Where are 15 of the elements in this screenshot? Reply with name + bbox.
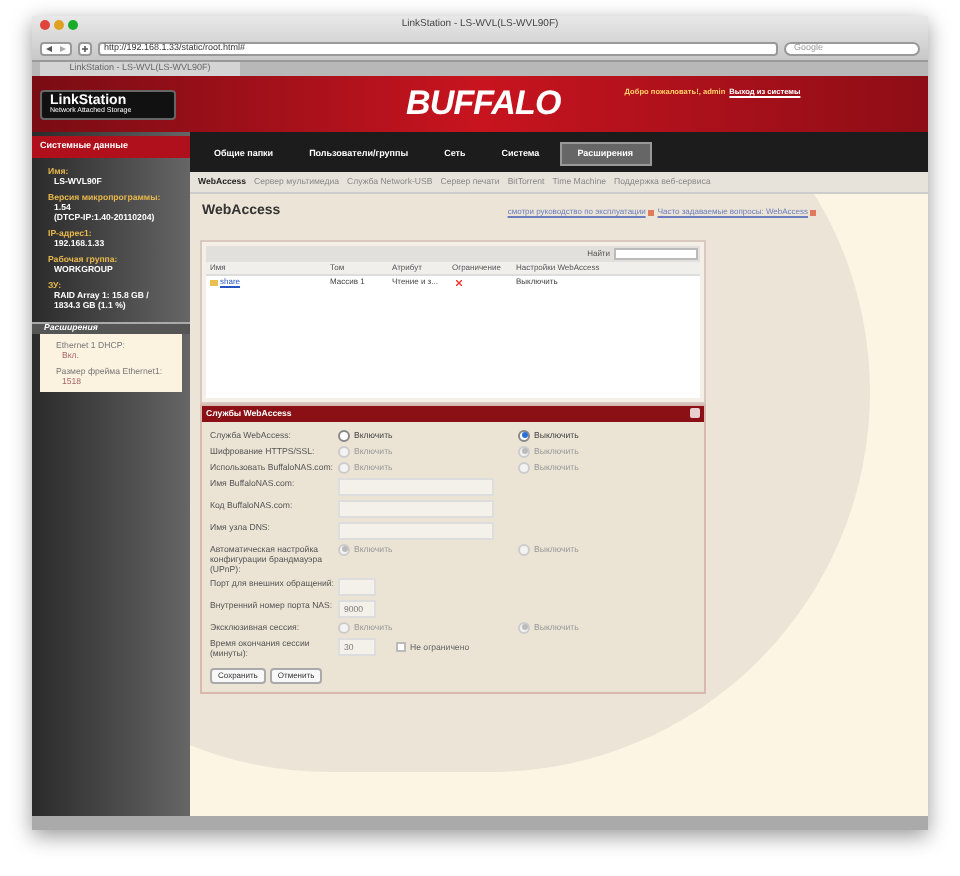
collapse-icon[interactable]: [690, 408, 700, 418]
radio-button[interactable]: [338, 429, 350, 441]
table-search-field[interactable]: [614, 247, 698, 259]
external-link-icon: [647, 209, 654, 216]
folder-icon: [210, 279, 218, 285]
radio-button[interactable]: [518, 429, 530, 441]
forward-icon[interactable]: [60, 45, 66, 51]
zoom-icon[interactable]: [68, 20, 78, 30]
minimize-icon[interactable]: [54, 20, 64, 30]
add-bookmark-button[interactable]: [78, 41, 92, 55]
buffalo-logo: BUFFALO: [406, 82, 561, 127]
external-link-icon: [810, 209, 816, 216]
plus-icon: [82, 45, 88, 51]
back-icon[interactable]: [46, 45, 52, 51]
close-icon[interactable]: [40, 20, 50, 30]
